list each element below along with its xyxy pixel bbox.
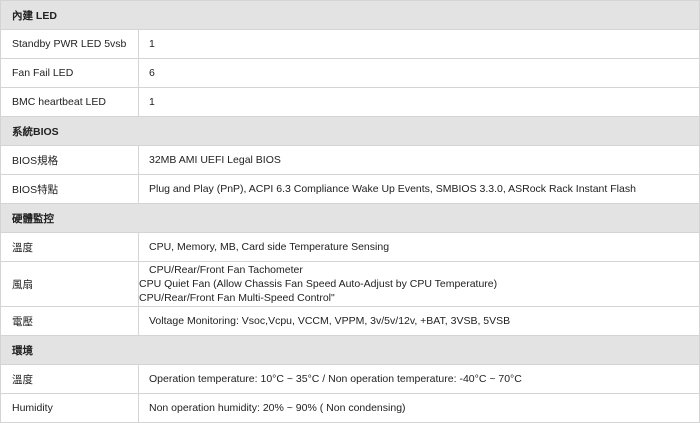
spec-value-line: CPU/Rear/Front Fan Tachometer (149, 264, 303, 276)
spec-label: 風扇 (0, 261, 139, 307)
spec-label: 電壓 (0, 306, 139, 336)
spec-value: Non operation humidity: 20% ~ 90% ( Non … (137, 393, 700, 423)
spec-value: CPU, Memory, MB, Card side Temperature S… (137, 232, 700, 262)
spec-row: Fan Fail LED 6 (0, 58, 700, 88)
spec-value-multiline: CPU/Rear/Front Fan Tachometer CPU Quiet … (137, 261, 700, 307)
section-title: 硬體監控 (0, 203, 700, 233)
spec-value: Plug and Play (PnP), ACPI 6.3 Compliance… (137, 174, 700, 204)
spec-row: BMC heartbeat LED 1 (0, 87, 700, 117)
section-title: 環境 (0, 335, 700, 365)
section-header-led: 內建 LED (0, 0, 700, 30)
spec-value: 32MB AMI UEFI Legal BIOS (137, 145, 700, 175)
section-header-environment: 環境 (0, 335, 700, 365)
spec-label: Standby PWR LED 5vsb (0, 29, 139, 59)
spec-row: Standby PWR LED 5vsb 1 (0, 29, 700, 59)
spec-label: BMC heartbeat LED (0, 87, 139, 117)
spec-row: 電壓 Voltage Monitoring: Vsoc,Vcpu, VCCM, … (0, 306, 700, 336)
spec-label: Fan Fail LED (0, 58, 139, 88)
spec-value-line: CPU Quiet Fan (Allow Chassis Fan Speed A… (139, 278, 498, 290)
spec-row: 溫度 CPU, Memory, MB, Card side Temperatur… (0, 232, 700, 262)
spec-label: BIOS規格 (0, 145, 139, 175)
spec-row: BIOS特點 Plug and Play (PnP), ACPI 6.3 Com… (0, 174, 700, 204)
spec-value: 1 (137, 87, 700, 117)
spec-row: Humidity Non operation humidity: 20% ~ 9… (0, 393, 700, 423)
spec-label: BIOS特點 (0, 174, 139, 204)
spec-label: 溫度 (0, 364, 139, 394)
spec-value: Operation temperature: 10°C ~ 35°C / Non… (137, 364, 700, 394)
spec-label: Humidity (0, 393, 139, 423)
spec-value-line: CPU/Rear/Front Fan Multi-Speed Control" (139, 292, 335, 304)
spec-row: BIOS規格 32MB AMI UEFI Legal BIOS (0, 145, 700, 175)
section-header-hardware-monitor: 硬體監控 (0, 203, 700, 233)
spec-row: 風扇 CPU/Rear/Front Fan Tachometer CPU Qui… (0, 261, 700, 307)
section-title: 內建 LED (0, 0, 700, 30)
spec-row: 溫度 Operation temperature: 10°C ~ 35°C / … (0, 364, 700, 394)
spec-table: 內建 LED Standby PWR LED 5vsb 1 Fan Fail L… (0, 0, 700, 423)
spec-value: Voltage Monitoring: Vsoc,Vcpu, VCCM, VPP… (137, 306, 700, 336)
spec-value: 1 (137, 29, 700, 59)
section-header-bios: 系統BIOS (0, 116, 700, 146)
spec-value: 6 (137, 58, 700, 88)
spec-label: 溫度 (0, 232, 139, 262)
section-title: 系統BIOS (0, 116, 700, 146)
